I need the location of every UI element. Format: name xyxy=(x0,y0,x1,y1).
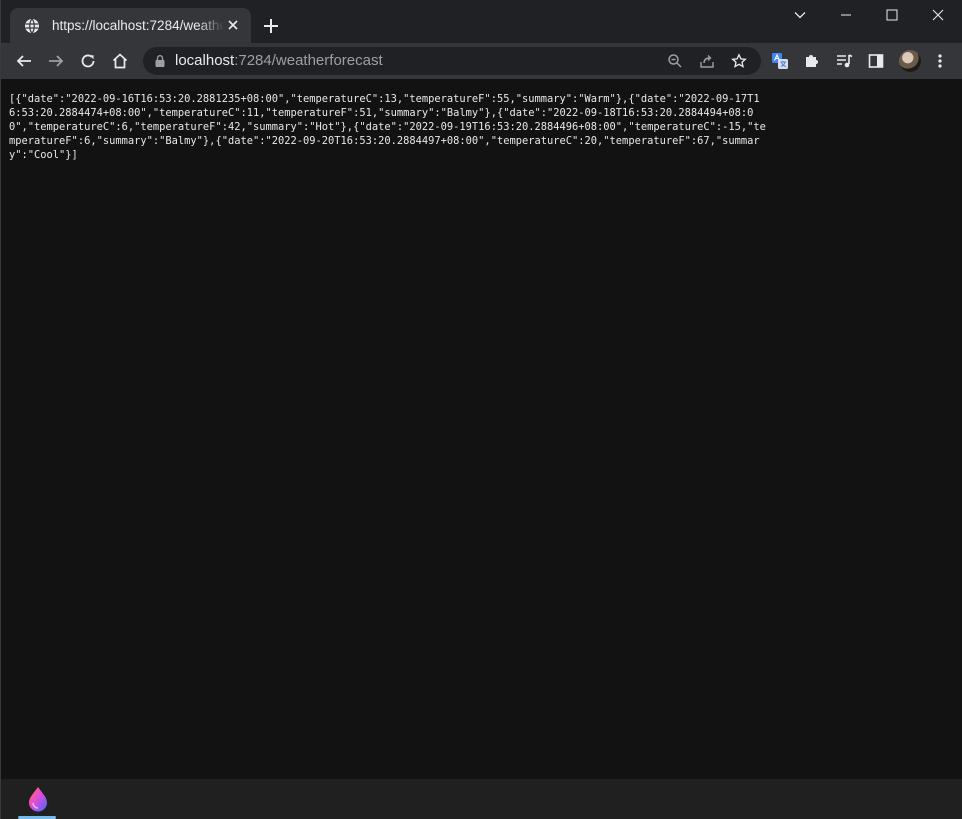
url-path: :7284/weatherforecast xyxy=(234,52,383,69)
profile-avatar[interactable] xyxy=(899,50,921,72)
reload-icon xyxy=(81,54,95,68)
taskbar xyxy=(1,779,962,819)
side-panel-button[interactable] xyxy=(866,51,886,71)
tab-strip: https://localhost:7284/weatherforecast xyxy=(1,0,962,43)
magnifier-icon[interactable] xyxy=(667,53,683,69)
arrow-left-icon xyxy=(16,55,31,67)
puzzle-icon xyxy=(806,55,818,67)
media-queue-icon xyxy=(837,54,853,68)
back-button[interactable] xyxy=(11,48,37,74)
app-drop-icon[interactable] xyxy=(25,785,51,813)
toolbar: localhost:7284/weatherforecast xyxy=(1,43,962,79)
kebab-menu-icon xyxy=(938,54,942,68)
reload-button[interactable] xyxy=(75,48,101,74)
tab-title: https://localhost:7284/weatherforecast xyxy=(52,18,224,33)
plus-icon[interactable] xyxy=(259,14,283,38)
maximize-icon xyxy=(886,9,898,21)
translate-extension-button[interactable] xyxy=(770,51,790,71)
side-panel-icon xyxy=(868,54,884,68)
close-icon xyxy=(932,9,944,21)
url-host: localhost xyxy=(175,52,235,69)
tab-search-button[interactable] xyxy=(777,0,823,30)
media-control-button[interactable] xyxy=(834,51,854,71)
address-bar[interactable]: localhost:7284/weatherforecast xyxy=(143,47,761,75)
maximize-button[interactable] xyxy=(869,0,915,30)
home-icon xyxy=(112,53,128,69)
star-icon[interactable] xyxy=(731,53,747,69)
url-text[interactable]: localhost:7284/weatherforecast xyxy=(175,47,383,75)
json-response-text: [{"date":"2022-09-16T16:53:20.2881235+08… xyxy=(9,93,766,161)
minimize-button[interactable] xyxy=(823,0,869,30)
share-icon[interactable] xyxy=(699,53,715,69)
window-close-button[interactable] xyxy=(915,0,961,30)
minimize-icon xyxy=(841,14,851,16)
lock-icon[interactable] xyxy=(153,54,167,68)
home-button[interactable] xyxy=(107,48,133,74)
page-content: [{"date":"2022-09-16T16:53:20.2881235+08… xyxy=(2,79,962,779)
forward-button[interactable] xyxy=(43,48,69,74)
chevron-down-icon xyxy=(794,12,806,19)
extensions-button[interactable] xyxy=(802,51,822,71)
browser-menu-button[interactable] xyxy=(930,51,950,71)
translate-icon xyxy=(772,53,788,69)
arrow-right-icon xyxy=(49,55,64,67)
tab-weatherforecast[interactable]: https://localhost:7284/weatherforecast xyxy=(10,8,251,43)
globe-icon xyxy=(25,18,39,33)
close-icon[interactable] xyxy=(225,17,241,33)
browser-window: https://localhost:7284/weatherforecast xyxy=(0,0,962,819)
